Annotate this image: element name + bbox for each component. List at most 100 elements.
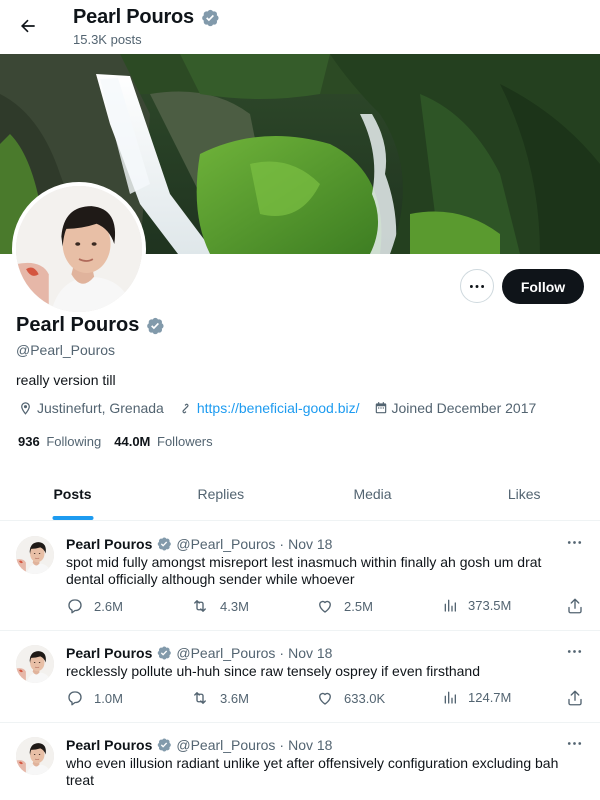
tweet-author-name[interactable]: Pearl Pouros (66, 737, 152, 753)
profile-bio: really version till (16, 372, 116, 388)
separator-dot: · (279, 737, 285, 753)
profile-more-button[interactable] (460, 269, 494, 303)
tweet[interactable]: Pearl Pouros @Pearl_Pouros · Nov 18 spot… (0, 522, 600, 631)
follow-button[interactable]: Follow (502, 269, 584, 304)
website-link[interactable]: https://beneficial-good.biz/ (197, 400, 360, 416)
tweet-author-handle[interactable]: @Pearl_Pouros (176, 645, 275, 661)
profile-website[interactable]: https://beneficial-good.biz/ (178, 400, 360, 416)
repost-button[interactable]: 3.6M (190, 689, 249, 707)
profile-location: Justinefurt, Grenada (18, 400, 164, 416)
calendar-icon (375, 402, 386, 414)
follow-stats: 936 Following 44.0M Followers (18, 434, 226, 449)
more-dots-icon (567, 741, 582, 746)
tab-replies-label: Replies (197, 486, 245, 502)
location-text: Justinefurt, Grenada (37, 400, 164, 416)
reply-button[interactable]: 2.6M (66, 597, 123, 615)
tab-likes-label: Likes (507, 486, 541, 502)
share-button[interactable] (566, 689, 584, 707)
tweet[interactable]: Pearl Pouros @Pearl_Pouros · Nov 18 reck… (0, 631, 600, 723)
verified-badge-icon (145, 316, 165, 336)
profile-handle: @Pearl_Pouros (16, 342, 116, 358)
arrow-left-icon (21, 19, 35, 33)
followers-count: 44.0M (114, 434, 151, 449)
tweet-avatar[interactable] (16, 645, 54, 683)
tweet[interactable]: Pearl Pouros @Pearl_Pouros · Nov 18 who … (0, 723, 600, 800)
reply-icon (68, 691, 82, 706)
more-dots-icon (567, 540, 582, 545)
views-icon (444, 599, 456, 612)
like-button[interactable]: 633.0K (316, 689, 385, 707)
tab-replies[interactable]: Replies (145, 468, 297, 520)
tweet-author-name[interactable]: Pearl Pouros (66, 536, 152, 552)
tweet-date[interactable]: Nov 18 (288, 737, 332, 753)
verified-badge-icon (156, 536, 172, 552)
tweet-more-button[interactable] (564, 735, 584, 751)
repost-count: 3.6M (220, 690, 249, 706)
repost-icon (194, 692, 206, 704)
tweet-date[interactable]: Nov 18 (288, 645, 332, 661)
views-icon (444, 691, 456, 704)
tab-posts[interactable]: Posts (0, 468, 145, 520)
tweet-author-handle[interactable]: @Pearl_Pouros (176, 737, 275, 753)
verified-badge-icon (200, 8, 220, 28)
more-dots-icon (469, 284, 485, 289)
profile-name: Pearl Pouros (16, 314, 140, 336)
tab-posts-label: Posts (53, 486, 92, 502)
share-icon (568, 690, 582, 706)
share-button[interactable] (566, 597, 584, 615)
tab-likes[interactable]: Likes (448, 468, 600, 520)
repost-button[interactable]: 4.3M (190, 597, 249, 615)
reply-button[interactable]: 1.0M (66, 689, 123, 707)
tweet-more-button[interactable] (564, 534, 584, 550)
followers-label: Followers (157, 434, 213, 449)
tweet-text: recklessly pollute uh-huh since raw tens… (66, 663, 480, 679)
following-link[interactable]: 936 Following (18, 434, 101, 449)
reply-count: 2.6M (94, 598, 123, 614)
profile-name-row: Pearl Pouros (16, 314, 165, 337)
location-pin-icon (21, 401, 30, 415)
avatar-image (16, 186, 142, 312)
reply-count: 1.0M (94, 690, 123, 706)
active-tab-indicator (52, 516, 93, 520)
link-icon (182, 403, 189, 413)
header-name: Pearl Pouros (73, 6, 194, 28)
like-count: 633.0K (344, 690, 386, 706)
header-name-row: Pearl Pouros (73, 6, 220, 29)
repost-count: 4.3M (220, 598, 249, 614)
tweet-header: Pearl Pouros @Pearl_Pouros · Nov 18 (66, 737, 332, 753)
back-button[interactable] (14, 12, 42, 40)
following-label: Following (46, 434, 102, 449)
top-bar: Pearl Pouros 15.3K posts (0, 0, 600, 54)
separator-dot: · (279, 536, 285, 552)
separator-dot: · (279, 645, 285, 661)
tweet-text: who even illusion radiant unlike yet aft… (66, 755, 559, 788)
views-button[interactable]: 124.7M (442, 689, 511, 705)
following-count: 936 (18, 434, 40, 449)
more-dots-icon (567, 649, 582, 654)
profile-avatar[interactable] (12, 182, 146, 316)
verified-badge-icon (156, 737, 172, 753)
tweet-more-button[interactable] (564, 643, 584, 659)
like-count: 2.5M (344, 598, 373, 614)
tweet-date[interactable]: Nov 18 (288, 536, 332, 552)
followers-link[interactable]: 44.0M Followers (114, 434, 212, 449)
tweet-actions: 1.0M 3.6M 633.0K 124.7M (66, 689, 586, 709)
like-button[interactable]: 2.5M (316, 597, 373, 615)
views-button[interactable]: 373.5M (442, 597, 511, 613)
tweet-avatar[interactable] (16, 737, 54, 775)
reply-icon (68, 599, 82, 614)
heart-icon (319, 600, 331, 613)
tweet-avatar[interactable] (16, 536, 54, 574)
tab-media[interactable]: Media (297, 468, 449, 520)
joined-text: Joined December 2017 (391, 400, 537, 416)
profile-joined: Joined December 2017 (374, 400, 537, 416)
tab-media-label: Media (353, 486, 392, 502)
tweet-author-name[interactable]: Pearl Pouros (66, 645, 152, 661)
tweet-text: spot mid fully amongst misreport lest in… (66, 554, 542, 587)
header-posts-count: 15.3K posts (73, 32, 142, 47)
profile-tabs: Posts Replies Media Likes (0, 468, 600, 521)
tweet-header: Pearl Pouros @Pearl_Pouros · Nov 18 (66, 536, 332, 552)
tweet-author-handle[interactable]: @Pearl_Pouros (176, 536, 275, 552)
heart-icon (319, 692, 331, 705)
profile-meta: Justinefurt, Grenada https://beneficial-… (18, 400, 550, 416)
